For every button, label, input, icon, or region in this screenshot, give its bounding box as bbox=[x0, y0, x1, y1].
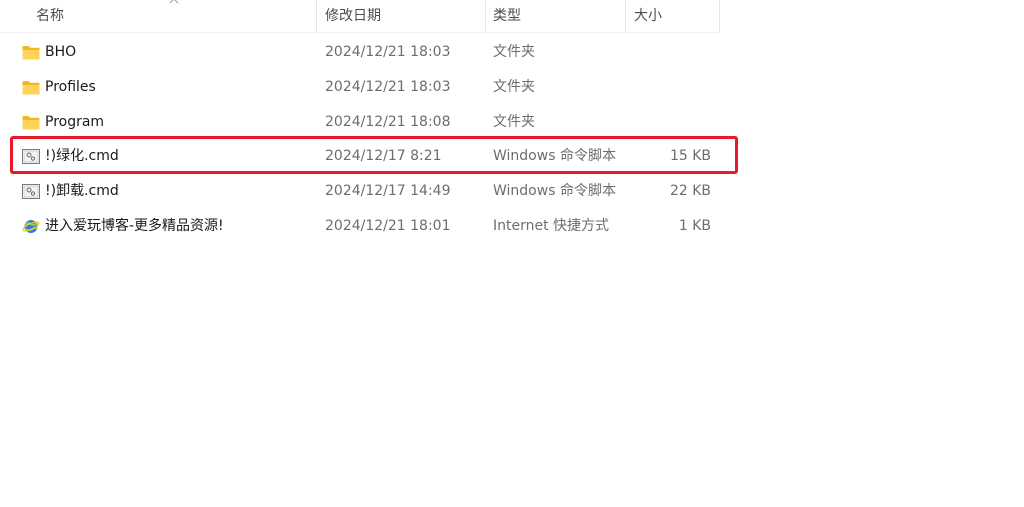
file-type: Internet 快捷方式 bbox=[493, 217, 610, 234]
cmd-script-icon bbox=[22, 184, 40, 200]
file-type: Windows 命令脚本 bbox=[493, 148, 616, 165]
file-name: Profiles bbox=[45, 78, 96, 95]
file-name: 进入爱玩博客-更多精品资源! bbox=[45, 217, 224, 234]
file-row-program[interactable]: Program 2024/12/21 18:08 文件夹 bbox=[0, 105, 720, 140]
file-modified-date: 2024/12/21 18:08 bbox=[325, 113, 451, 130]
file-row-uninstall-cmd[interactable]: !)卸载.cmd 2024/12/17 14:49 Windows 命令脚本 2… bbox=[0, 174, 720, 209]
file-row-bho[interactable]: BHO 2024/12/21 18:03 文件夹 bbox=[0, 35, 720, 70]
column-header-modified[interactable]: 修改日期 bbox=[325, 0, 485, 32]
file-type: 文件夹 bbox=[493, 113, 535, 130]
file-modified-date: 2024/12/21 18:01 bbox=[325, 217, 451, 234]
column-divider[interactable] bbox=[485, 0, 486, 32]
file-row-green-cmd[interactable]: !)绿化.cmd 2024/12/17 8:21 Windows 命令脚本 15… bbox=[0, 139, 720, 174]
column-divider[interactable] bbox=[625, 0, 626, 32]
file-name: BHO bbox=[45, 44, 77, 60]
file-modified-date: 2024/12/21 18:03 bbox=[325, 78, 451, 95]
file-size: 15 KB bbox=[669, 148, 711, 165]
internet-shortcut-icon bbox=[22, 219, 40, 233]
column-header-row: 名称 修改日期 类型 大小 bbox=[0, 0, 720, 33]
cmd-script-icon bbox=[22, 149, 40, 165]
column-divider[interactable] bbox=[316, 0, 317, 32]
column-header-size[interactable]: 大小 bbox=[634, 0, 714, 32]
column-header-name[interactable]: 名称 bbox=[36, 0, 316, 32]
folder-icon bbox=[22, 46, 40, 60]
file-modified-date: 2024/12/17 14:49 bbox=[325, 183, 451, 200]
file-row-internet-shortcut[interactable]: 进入爱玩博客-更多精品资源! 2024/12/21 18:01 Internet… bbox=[0, 209, 720, 244]
file-modified-date: 2024/12/17 8:21 bbox=[325, 148, 442, 165]
file-name: !)绿化.cmd bbox=[45, 148, 119, 165]
file-size: 1 KB bbox=[678, 217, 711, 234]
file-list: BHO 2024/12/21 18:03 文件夹 Profiles 2024/1… bbox=[0, 35, 720, 244]
file-size: 22 KB bbox=[669, 183, 711, 200]
folder-icon bbox=[22, 115, 40, 130]
file-type: 文件夹 bbox=[493, 78, 535, 95]
file-name: !)卸载.cmd bbox=[45, 183, 119, 200]
file-name: Program bbox=[45, 113, 105, 130]
file-modified-date: 2024/12/21 18:03 bbox=[325, 44, 451, 60]
file-type: Windows 命令脚本 bbox=[493, 183, 616, 200]
column-divider[interactable] bbox=[719, 0, 720, 32]
file-row-profiles[interactable]: Profiles 2024/12/21 18:03 文件夹 bbox=[0, 70, 720, 105]
file-explorer-view: 名称 修改日期 类型 大小 BHO 2024/12/21 18:03 文件夹 P… bbox=[0, 0, 1024, 507]
column-header-type[interactable]: 类型 bbox=[493, 0, 623, 32]
file-type: 文件夹 bbox=[493, 44, 535, 60]
folder-icon bbox=[22, 80, 40, 95]
